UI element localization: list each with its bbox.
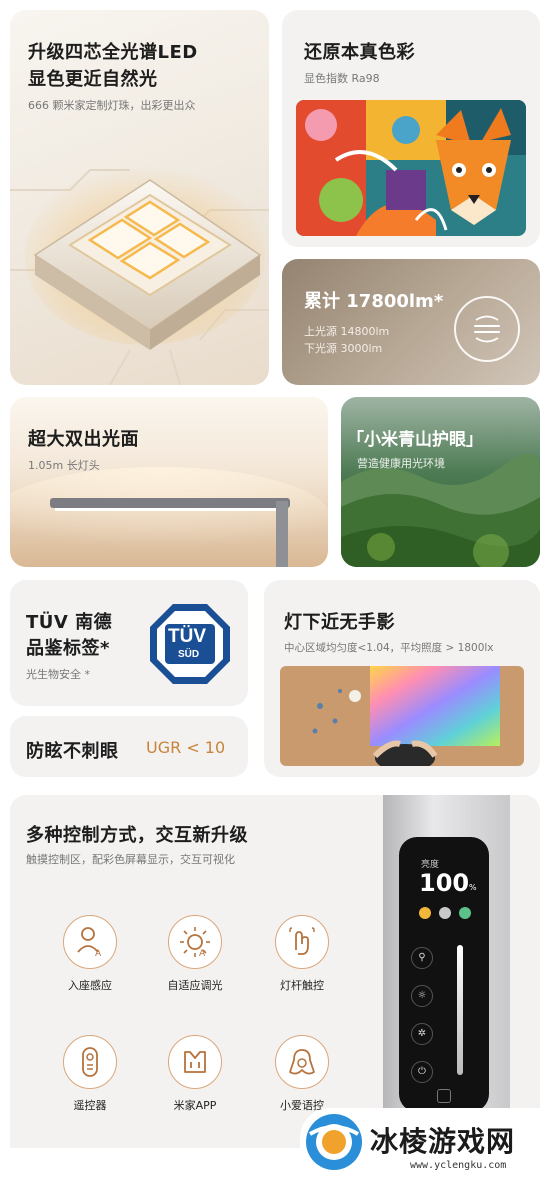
tuv-logo-text-bottom: SÜD (178, 649, 200, 660)
brightness-slider[interactable] (457, 945, 463, 1075)
tuv-card: TÜV 南德 品鉴标签* 光生物安全 * TÜV SÜD (10, 580, 248, 706)
control-subtitle: 触摸控制区，配彩色屏幕显示，交互可视化 (26, 853, 235, 866)
feature-mijia-app: 米家APP (165, 1035, 225, 1113)
seat-sensing-icon: A (63, 915, 117, 969)
mijia-app-icon (168, 1035, 222, 1089)
eye-care-subtitle: 营造健康用光环境 (357, 457, 445, 470)
no-shadow-card: 灯下近无手影 中心区域均匀度<1.04，平均照度 > 1800lx (264, 580, 540, 777)
mode-icons-row (419, 907, 479, 921)
color-temp-button[interactable]: ✲ (411, 1023, 433, 1045)
no-shadow-subtitle: 中心区域均匀度<1.04，平均照度 > 1800lx (284, 642, 494, 654)
sun-mode-icon[interactable] (419, 907, 431, 919)
feature-label: 米家APP (173, 1099, 217, 1112)
feature-seat-sensing: A 入座感应 (60, 915, 120, 993)
feature-remote: 遥控器 (60, 1035, 120, 1113)
anti-glare-title: 防眩不刺眼 (26, 741, 119, 762)
dual-light-icon (454, 296, 520, 362)
watermark-name: 冰棱游戏网 (370, 1125, 516, 1158)
lumen-card: 累计 17800lm* 上光源 14800lm 下光源 3000lm (282, 259, 540, 385)
tuv-subtitle: 光生物安全 * (26, 668, 90, 681)
green-mountains-image (341, 453, 540, 567)
xiaoai-icon (275, 1035, 329, 1089)
feature-label: 入座感应 (68, 979, 112, 992)
led-card-title-line2: 显色更近自然光 (28, 69, 158, 90)
brightness-unit: % (469, 883, 477, 892)
svg-text:A: A (199, 949, 206, 959)
tuv-logo-text-top: TÜV (168, 626, 206, 647)
color-card-subtitle: 显色指数 Ra98 (304, 72, 380, 85)
feature-label: 遥控器 (73, 1099, 107, 1112)
eye-care-title: 「小米青山护眼」 (347, 430, 483, 450)
anti-glare-card: 防眩不刺眼 UGR < 10 (10, 716, 248, 777)
color-card-title: 还原本真色彩 (304, 42, 415, 63)
feature-adaptive-light: A 自适应调光 (160, 915, 230, 993)
control-title: 多种控制方式，交互新升级 (26, 825, 248, 846)
anti-glare-value: UGR < 10 (146, 738, 226, 757)
led-chip-card: 升级四芯全光谱LED 显色更近自然光 666 颗米家定制灯珠，出彩更出众 (10, 10, 269, 385)
brightness-value: 100 (419, 869, 470, 897)
watermark-url: www.yclengku.com (410, 1160, 507, 1171)
control-card: 多种控制方式，交互新升级 触摸控制区，配彩色屏幕显示，交互可视化 A 入座感应 … (10, 795, 540, 1148)
watermark: 冰棱游戏网 www.yclengku.com (300, 1108, 550, 1178)
lumen-card-title: 累计 17800lm* (304, 291, 444, 312)
auto-mode-icon[interactable] (439, 907, 451, 919)
power-button[interactable]: ⏻ (411, 1061, 433, 1083)
feature-label: 自适应调光 (167, 979, 223, 992)
adaptive-light-icon: A (168, 915, 222, 969)
tuv-title-line1: TÜV 南德 (26, 612, 113, 633)
brightness-button[interactable]: ☼ (411, 985, 433, 1007)
watermark-logo-icon (304, 1112, 364, 1172)
brightness-slider-fill (457, 945, 463, 1075)
tuv-title-line2: 品鉴标签* (26, 638, 110, 659)
mijia-logo-icon (437, 1089, 451, 1103)
no-shadow-title: 灯下近无手影 (284, 612, 395, 633)
eye-care-card: 「小米青山护眼」 营造健康用光环境 (341, 397, 540, 567)
tuv-sud-logo: TÜV SÜD (148, 602, 232, 686)
led-card-subtitle: 666 颗米家定制灯珠，出彩更出众 (28, 99, 196, 112)
colorful-fox-artwork (296, 100, 526, 236)
led-card-title-line1: 升级四芯全光谱LED (28, 42, 198, 63)
eye-mode-icon[interactable] (459, 907, 471, 919)
rainbow-puzzle-image (280, 666, 524, 766)
feature-xiaoai: 小爱语控 (272, 1035, 332, 1113)
lumen-lower-source: 下光源 3000lm (304, 342, 383, 355)
feature-label: 灯杆触控 (280, 979, 324, 992)
touch-control-panel: 亮度 100 % ⚲ ☼ ✲ ⏻ (399, 837, 489, 1112)
color-card: 还原本真色彩 显色指数 Ra98 (282, 10, 540, 247)
long-lamp-head-illustration (10, 467, 328, 567)
seat-button[interactable]: ⚲ (411, 947, 433, 969)
feature-pole-touch: 灯杆触控 (272, 915, 332, 993)
svg-text:A: A (95, 949, 102, 959)
lamp-pole: 亮度 100 % ⚲ ☼ ✲ ⏻ (383, 795, 510, 1148)
remote-icon (63, 1035, 117, 1089)
pole-touch-icon (275, 915, 329, 969)
lumen-upper-source: 上光源 14800lm (304, 325, 390, 338)
light-area-card: 超大双出光面 1.05m 长灯头 (10, 397, 328, 567)
